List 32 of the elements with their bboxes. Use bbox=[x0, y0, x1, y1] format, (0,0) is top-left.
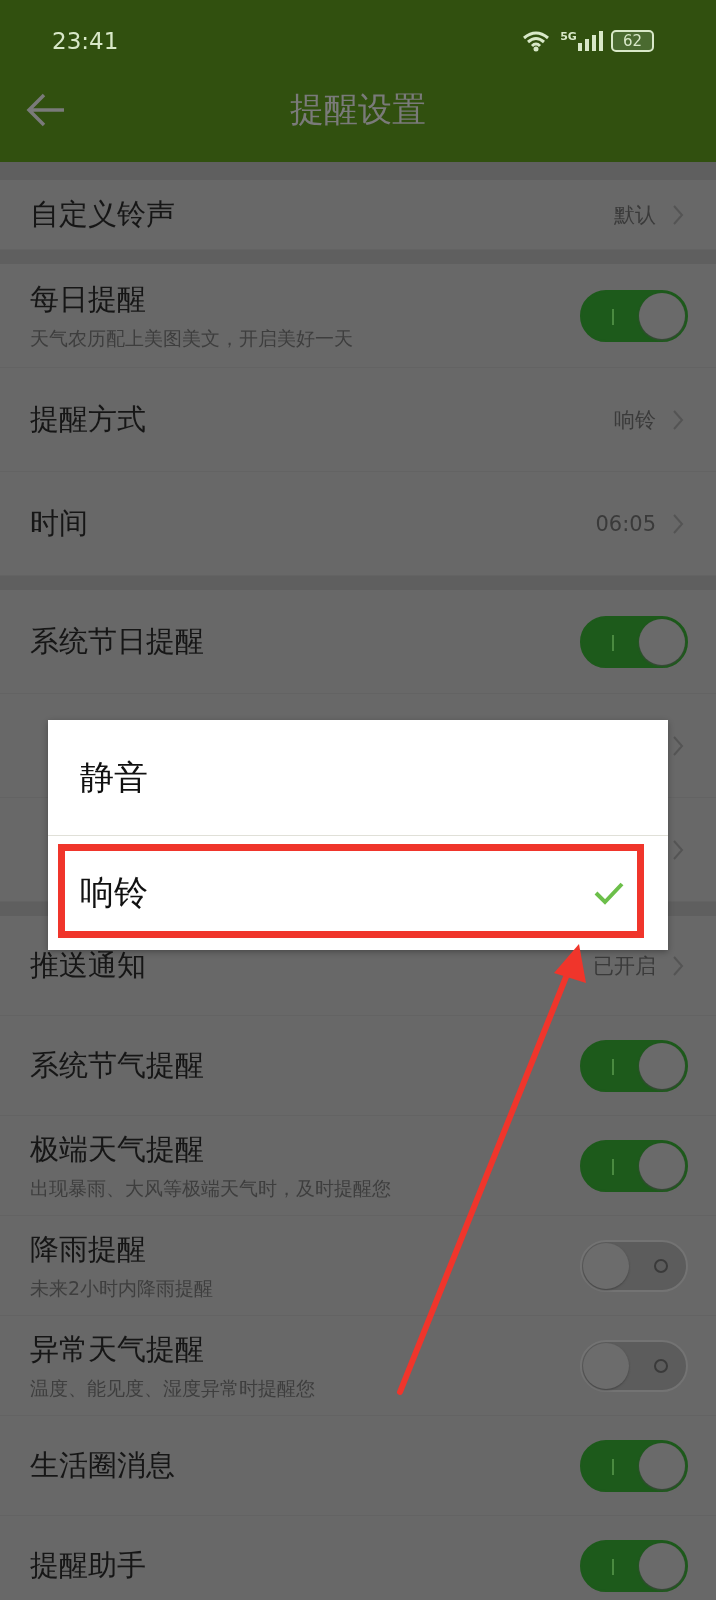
toggle-switch[interactable] bbox=[580, 1539, 688, 1592]
settings-row[interactable]: 系统节气提醒 bbox=[0, 1016, 716, 1116]
toggle-switch[interactable] bbox=[580, 1439, 688, 1492]
toggle-switch[interactable] bbox=[580, 615, 688, 668]
row-label: 提醒方式 bbox=[30, 400, 147, 438]
row-label: 异常天气提醒 bbox=[30, 1330, 205, 1368]
network-label: 5G bbox=[560, 30, 577, 43]
toggle-switch[interactable] bbox=[580, 289, 688, 342]
row-label: 每日提醒 bbox=[30, 280, 147, 318]
toggle-switch[interactable] bbox=[580, 1139, 688, 1192]
row-label: 极端天气提醒 bbox=[30, 1130, 205, 1168]
row-label: 生活圈消息 bbox=[30, 1446, 176, 1484]
settings-row[interactable]: 系统节日提醒 bbox=[0, 590, 716, 694]
checkmark-icon bbox=[594, 881, 624, 905]
toggle-switch[interactable] bbox=[580, 1239, 688, 1292]
settings-row[interactable]: 提醒助手 bbox=[0, 1516, 716, 1600]
settings-row[interactable]: 生活圈消息 bbox=[0, 1416, 716, 1516]
signal-icon bbox=[576, 30, 603, 52]
row-label: 降雨提醒 bbox=[30, 1230, 147, 1268]
back-arrow-icon[interactable] bbox=[26, 92, 66, 128]
battery-icon: 62 bbox=[610, 30, 654, 52]
row-label: 系统节日提醒 bbox=[30, 622, 205, 660]
row-label: 自定义铃声 bbox=[30, 195, 176, 233]
page-title: 提醒设置 bbox=[290, 88, 426, 131]
dialog-option[interactable]: 静音 bbox=[48, 720, 668, 835]
status-time: 23:41 bbox=[52, 28, 119, 54]
row-label: 时间 bbox=[30, 504, 89, 542]
row-label: 提醒助手 bbox=[30, 1546, 147, 1584]
toggle-switch[interactable] bbox=[580, 1039, 688, 1092]
toggle-switch[interactable] bbox=[580, 1339, 688, 1392]
row-label: 系统节气提醒 bbox=[30, 1046, 205, 1084]
dialog-option[interactable]: 响铃 bbox=[48, 835, 668, 950]
